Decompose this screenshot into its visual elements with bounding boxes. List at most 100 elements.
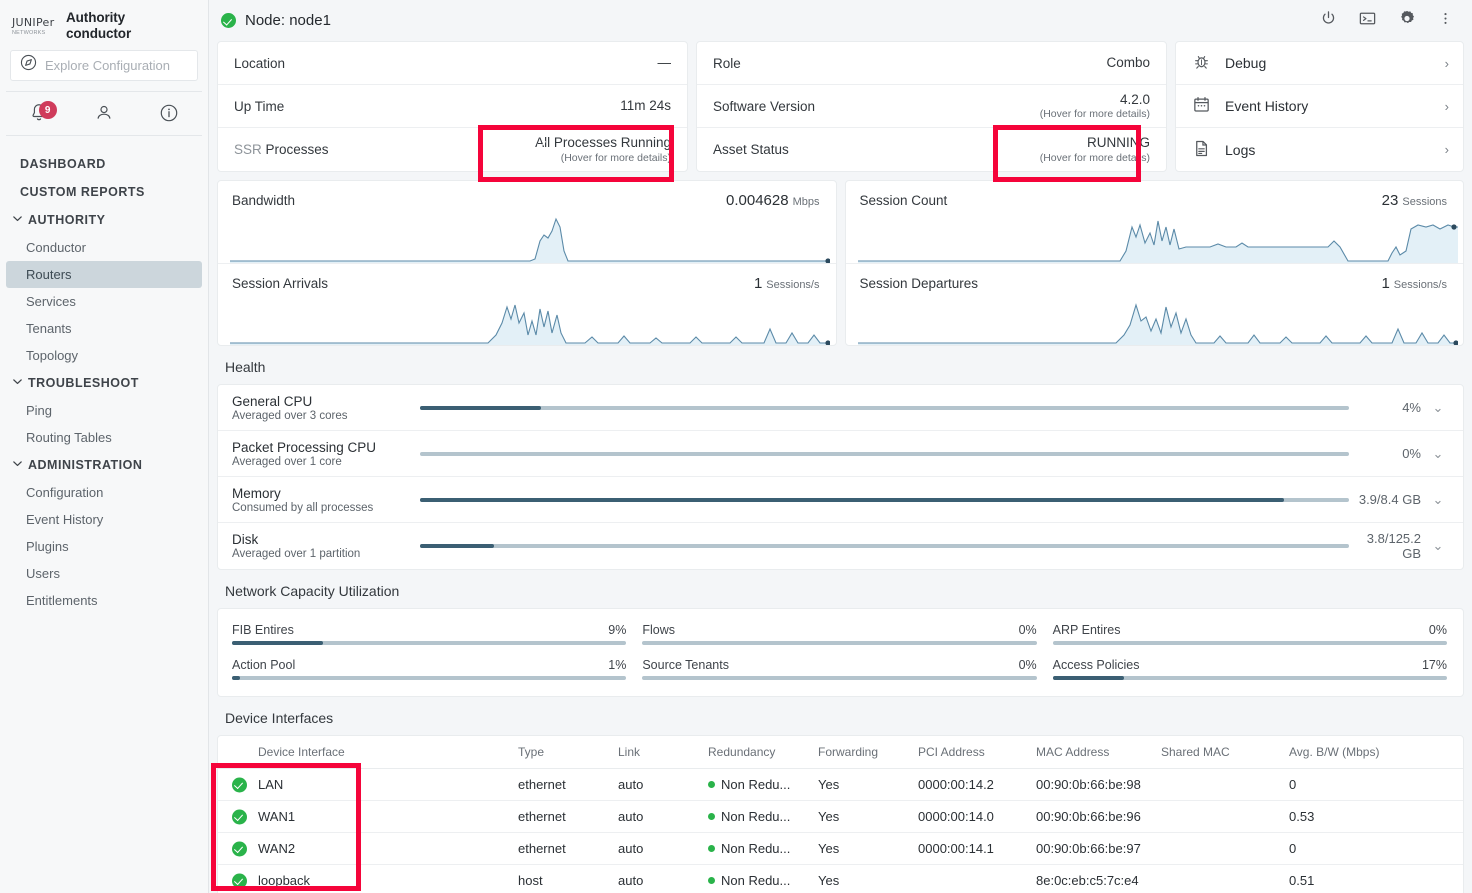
info-icon [158,102,180,124]
sidebar-item-ping[interactable]: Ping [6,397,202,424]
chart-bandwidth[interactable]: Bandwidth 0.004628 Mbps [218,181,836,263]
info-value: 11m 24s [620,98,671,114]
sidebar-group-label: AUTHORITY [28,213,105,227]
info-key-rest: Processes [266,142,329,157]
sidebar-group-troubleshoot[interactable]: TROUBLESHOOT [0,369,208,397]
col-link[interactable]: Link [618,736,708,769]
sidebar-item-plugins[interactable]: Plugins [6,533,202,560]
chart-column-left: Bandwidth 0.004628 Mbps Session Arrival [217,180,837,346]
check-circle-icon [232,809,247,824]
chart-title: Session Departures [860,276,979,291]
sidebar-item-services[interactable]: Services [6,288,202,315]
table-row[interactable]: LAN ethernet auto Non Redu... Yes 0000:0… [218,769,1463,801]
quick-link-logs[interactable]: Logs › [1176,128,1463,171]
table-row[interactable]: loopback host auto Non Redu... Yes 8e:0c… [218,865,1463,893]
health-row-disk: Disk Averaged over 1 partition 3.8/125.2… [218,523,1463,569]
search-input[interactable]: Explore Configuration [10,50,198,81]
sidebar-item-dashboard[interactable]: DASHBOARD [0,150,208,178]
redundancy-text: Non Redu... [721,841,790,856]
chart-session-arrivals[interactable]: Session Arrivals 1 Sessions/s [218,263,836,345]
chart-value: 0.004628 [726,192,789,209]
brand[interactable]: JUNIPer NETWORKS Authority conductor [0,0,208,50]
table-row[interactable]: WAN2 ethernet auto Non Redu... Yes 0000:… [218,833,1463,865]
sidebar-item-tenants[interactable]: Tenants [6,315,202,342]
sidebar-item-routers[interactable]: Routers [6,261,202,288]
status-dot-icon [708,813,715,820]
col-type[interactable]: Type [518,736,618,769]
terminal-icon[interactable] [1358,9,1377,33]
quick-link-debug[interactable]: Debug › [1176,42,1463,85]
sparkline-bandwidth [230,211,830,263]
gear-icon[interactable] [1397,8,1417,33]
sidebar-group-authority[interactable]: AUTHORITY [0,206,208,234]
chevron-down-icon[interactable]: ⌄ [1427,492,1449,508]
sidebar-item-topology[interactable]: Topology [6,342,202,369]
info-value: — [658,55,672,71]
cell-bw: 0 [1289,769,1463,801]
status-dot-icon [708,877,715,884]
cell-type: ethernet [518,833,618,865]
power-icon[interactable] [1319,9,1338,33]
user-button[interactable] [82,102,126,124]
health-label: General CPU Averaged over 3 cores [232,394,420,422]
table-row[interactable]: WAN1 ethernet auto Non Redu... Yes 0000:… [218,801,1463,833]
check-circle-icon [232,777,247,792]
status-dot-icon [708,781,715,788]
check-circle-icon [221,13,236,28]
quick-link-event-history[interactable]: Event History › [1176,85,1463,128]
capacity-top: ARP Entires 0% [1053,623,1447,637]
col-device-interface[interactable]: Device Interface [218,736,518,769]
health-row-general-cpu: General CPU Averaged over 3 cores 4% ⌄ [218,385,1463,431]
sidebar-item-users[interactable]: Users [6,560,202,587]
sidebar-item-event-history[interactable]: Event History [6,506,202,533]
col-shared-mac[interactable]: Shared MAC [1161,736,1289,769]
cell-mac: 00:90:0b:66:be:98 [1036,769,1161,801]
cell-shared-mac [1161,865,1289,893]
sidebar-item-configuration[interactable]: Configuration [6,479,202,506]
topbar-actions [1319,8,1454,33]
sidebar-item-custom-reports[interactable]: CUSTOM REPORTS [0,178,208,206]
chevron-down-icon [12,376,23,390]
node-info-right: Role Combo Software Version 4.2.0 (Hover… [696,41,1167,172]
capacity-bar [1053,641,1447,645]
processes-status[interactable]: All Processes Running (Hover for more de… [535,135,671,164]
interfaces-card: Device Interface Type Link Redundancy Fo… [217,735,1464,893]
cell-interface-name: loopback [218,865,518,893]
node-label: Node: node1 [245,12,331,29]
col-avg-bw[interactable]: Avg. B/W (Mbps) [1289,736,1463,769]
asset-status-value[interactable]: RUNNING (Hover for more details) [1040,135,1150,164]
info-subtext: (Hover for more details) [1040,152,1150,164]
app-root: JUNIPer NETWORKS Authority conductor Exp… [0,0,1472,893]
cell-interface-name: LAN [218,769,518,801]
sidebar-item-routing-tables[interactable]: Routing Tables [6,424,202,451]
col-mac-address[interactable]: MAC Address [1036,736,1161,769]
chart-title: Bandwidth [232,193,295,208]
chart-header: Bandwidth 0.004628 Mbps [218,181,836,209]
capacity-top: Source Tenants 0% [642,658,1036,672]
sidebar-item-entitlements[interactable]: Entitlements [6,587,202,614]
sidebar-group-administration[interactable]: ADMINISTRATION [0,451,208,479]
sidebar-group-label: ADMINISTRATION [28,458,142,472]
chevron-down-icon[interactable]: ⌄ [1427,400,1449,416]
more-vertical-icon[interactable] [1437,9,1454,33]
capacity-bar [642,641,1036,645]
content: Location — Up Time 11m 24s SSR Processes… [209,41,1472,893]
capacity-value: 17% [1422,658,1447,672]
chart-session-departures[interactable]: Session Departures 1 Sessions/s [846,263,1464,345]
notifications-button[interactable]: 9 [17,102,61,124]
chevron-down-icon[interactable]: ⌄ [1427,446,1449,462]
chevron-down-icon[interactable]: ⌄ [1427,538,1449,554]
software-version-value[interactable]: 4.2.0 (Hover for more details) [1040,92,1150,121]
chart-session-count[interactable]: Session Count 23 Sessions [846,181,1464,263]
cell-forwarding: Yes [818,769,918,801]
col-forwarding[interactable]: Forwarding [818,736,918,769]
health-name: Packet Processing CPU [232,440,420,455]
col-redundancy[interactable]: Redundancy [708,736,818,769]
sidebar-item-conductor[interactable]: Conductor [6,234,202,261]
info-button[interactable] [147,102,191,124]
cell-mac: 00:90:0b:66:be:96 [1036,801,1161,833]
col-pci-address[interactable]: PCI Address [918,736,1036,769]
cell-pci: 0000:00:14.0 [918,801,1036,833]
check-circle-icon [232,841,247,856]
sparkline-session-departures [858,293,1458,345]
